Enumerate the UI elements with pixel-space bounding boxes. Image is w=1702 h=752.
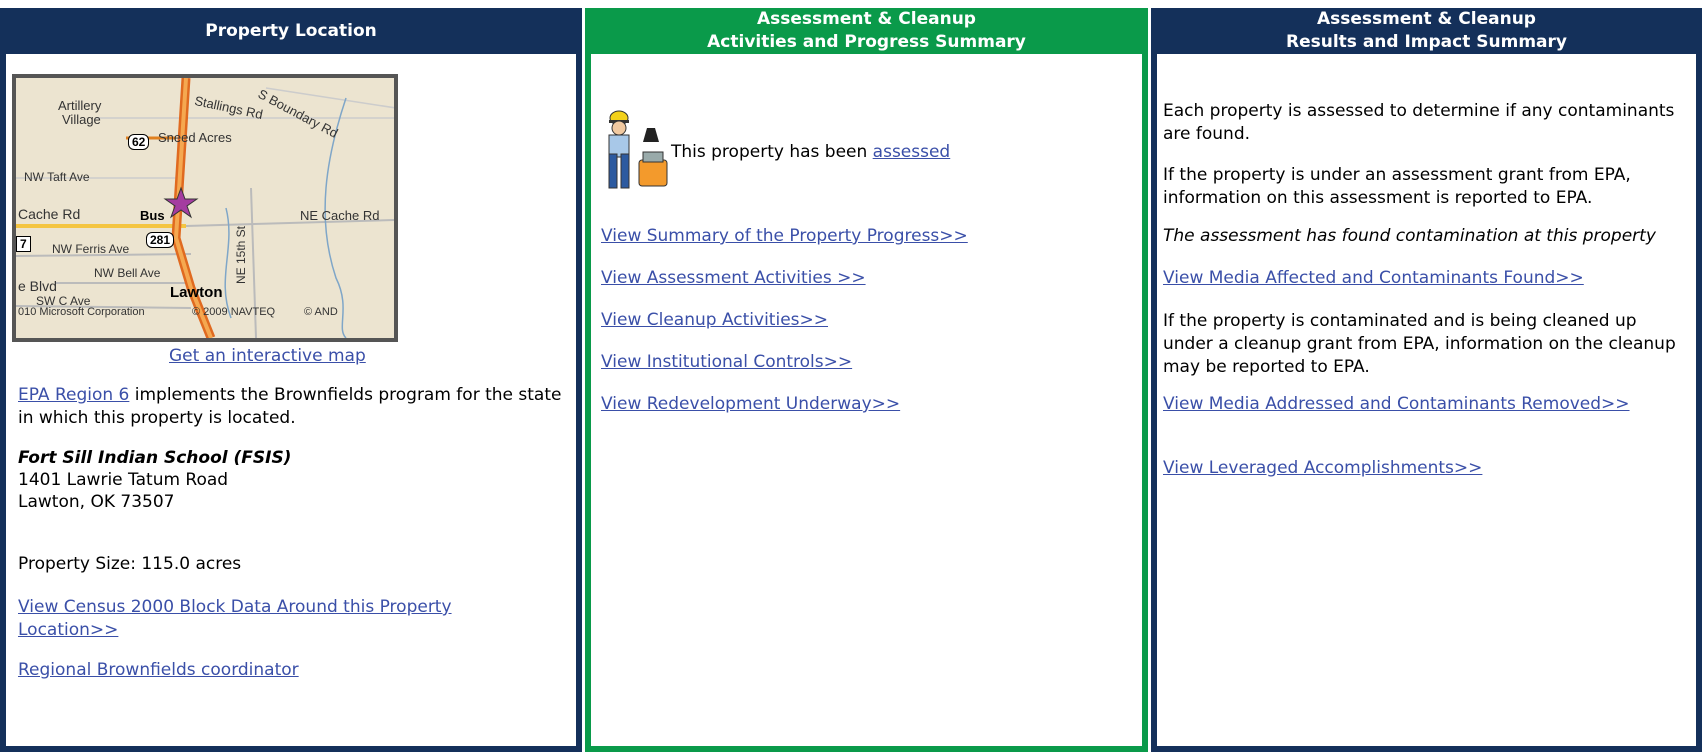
highway-62-shield-icon: 62 bbox=[128, 134, 150, 150]
location-map[interactable]: Artillery Village Stallings Rd S Boundar… bbox=[12, 74, 398, 342]
property-size: Property Size: 115.0 acres bbox=[18, 554, 242, 574]
coordinator-link[interactable]: Regional Brownfields coordinator bbox=[18, 660, 299, 680]
map-label: Bus bbox=[140, 208, 165, 223]
view-media-affected-link[interactable]: View Media Affected and Contaminants Fou… bbox=[1163, 268, 1584, 288]
map-copyright: © 2009 NAVTEQ bbox=[192, 306, 276, 318]
map-label: Village bbox=[62, 112, 101, 127]
address-line-1: 1401 Lawrie Tatum Road bbox=[18, 470, 229, 490]
panel-title-line-2: Results and Impact Summary bbox=[1285, 32, 1567, 52]
view-summary-link[interactable]: View Summary of the Property Progress>> bbox=[601, 226, 968, 246]
panel-title: Property Location bbox=[205, 20, 377, 41]
map-label: NW Bell Ave bbox=[94, 266, 161, 280]
map-label: NW Taft Ave bbox=[24, 170, 90, 184]
view-institutional-controls-link[interactable]: View Institutional Controls>> bbox=[601, 352, 852, 372]
highway-281-shield-icon: 281 bbox=[146, 232, 175, 248]
property-location-panel: Property Location Artillery Village Stal… bbox=[0, 8, 582, 752]
assessment-worker-icon bbox=[608, 110, 668, 189]
region-paragraph: EPA Region 6 implements the Brownfields … bbox=[18, 384, 576, 430]
address-line-2: Lawton, OK 73507 bbox=[18, 492, 175, 512]
census-data-link[interactable]: View Census 2000 Block Data Around this … bbox=[18, 596, 538, 642]
results-impact-panel: Assessment & Cleanup Results and Impact … bbox=[1151, 8, 1702, 752]
grant-info-text: If the property is under an assessment g… bbox=[1163, 165, 1631, 208]
map-label: NE Cache Rd bbox=[300, 208, 380, 223]
panel-title-line-2: Activities and Progress Summary bbox=[707, 32, 1026, 52]
view-cleanup-activities-link[interactable]: View Cleanup Activities>> bbox=[601, 310, 828, 330]
map-label: Artillery bbox=[58, 98, 102, 113]
highway-7-shield-icon: 7 bbox=[16, 236, 31, 252]
view-redevelopment-link[interactable]: View Redevelopment Underway>> bbox=[601, 394, 900, 414]
interactive-map-link[interactable]: Get an interactive map bbox=[169, 346, 366, 366]
map-label: Sneed Acres bbox=[158, 130, 232, 145]
panel-header: Property Location bbox=[6, 8, 576, 54]
map-label: NE 15th St bbox=[234, 225, 249, 285]
panel-title-line-1: Assessment & Cleanup bbox=[1317, 9, 1536, 29]
map-label: e Blvd bbox=[18, 278, 57, 294]
panel-title-line-1: Assessment & Cleanup bbox=[757, 9, 976, 29]
map-copyright: © AND bbox=[304, 306, 338, 318]
map-label: Lawton bbox=[170, 284, 223, 301]
map-label: Cache Rd bbox=[18, 206, 81, 222]
view-leveraged-accomplishments-link[interactable]: View Leveraged Accomplishments>> bbox=[1163, 458, 1482, 478]
assessment-info-text: Each property is assessed to determine i… bbox=[1163, 101, 1675, 144]
status-text: This property has been bbox=[671, 142, 873, 162]
panel-header: Assessment & Cleanup Activities and Prog… bbox=[591, 8, 1142, 54]
map-label: NW Ferris Ave bbox=[52, 242, 130, 256]
cleanup-info-text: If the property is contaminated and is b… bbox=[1163, 311, 1676, 377]
property-name: Fort Sill Indian School (FSIS) bbox=[18, 448, 292, 468]
panel-header: Assessment & Cleanup Results and Impact … bbox=[1157, 8, 1696, 54]
contamination-finding: The assessment has found contamination a… bbox=[1163, 226, 1656, 246]
epa-region-link[interactable]: EPA Region 6 bbox=[18, 385, 129, 405]
view-assessment-activities-link[interactable]: View Assessment Activities >> bbox=[601, 268, 866, 288]
activities-progress-panel: Assessment & Cleanup Activities and Prog… bbox=[585, 8, 1148, 752]
map-copyright: 010 Microsoft Corporation bbox=[18, 306, 145, 318]
assessed-link[interactable]: assessed bbox=[873, 142, 951, 162]
view-media-addressed-link[interactable]: View Media Addressed and Contaminants Re… bbox=[1163, 394, 1630, 414]
assessment-status: This property has been assessed bbox=[671, 142, 950, 162]
